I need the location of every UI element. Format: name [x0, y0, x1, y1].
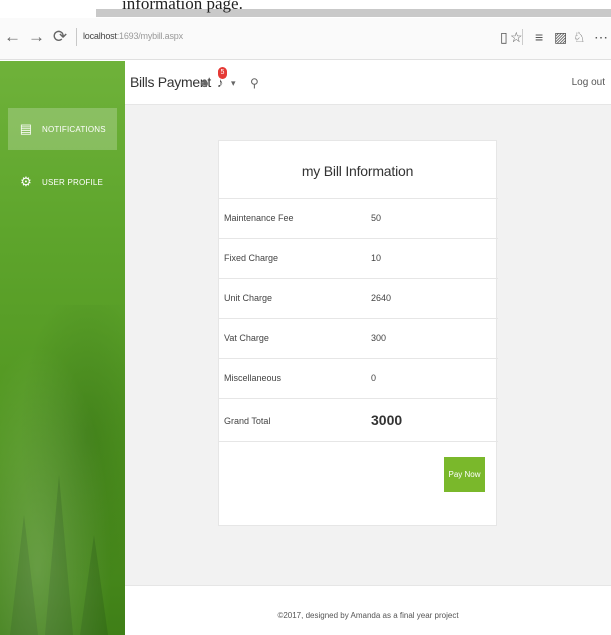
sidebar: ▤ NOTIFICATIONS ⚙ USER PROFILE: [0, 61, 125, 635]
sidebar-item-label: NOTIFICATIONS: [42, 124, 106, 134]
menu-icon[interactable]: ≡: [535, 28, 543, 46]
footer: ©2017, designed by Amanda as a final yea…: [125, 585, 611, 635]
note-icon[interactable]: ▨: [554, 28, 567, 46]
footer-text: ©2017, designed by Amanda as a final yea…: [277, 611, 459, 620]
users-icon[interactable]: ☻: [198, 76, 211, 90]
url-host: localhost: [83, 31, 117, 41]
sidebar-item-user-profile[interactable]: ⚙ USER PROFILE: [8, 161, 117, 203]
sidebar-item-label: USER PROFILE: [42, 177, 104, 187]
more-icon[interactable]: ⋯: [594, 28, 608, 46]
row-value: 300: [371, 333, 387, 343]
grand-total-row: Grand Total 3000: [219, 398, 498, 442]
row-value: 0: [371, 373, 377, 383]
row-value: 10: [371, 253, 382, 263]
back-button[interactable]: ←: [4, 27, 21, 47]
reader-icon[interactable]: ▯: [500, 28, 508, 46]
row-value: 2640: [371, 293, 392, 303]
row-label: Miscellaneous: [224, 373, 282, 383]
logout-link[interactable]: Log out: [572, 77, 605, 88]
browser-toolbar: ← → ⟳ localhost:1693/mybill.aspx ▯ ☆ ≡ ▨…: [0, 18, 611, 60]
clipboard-icon: ▤: [19, 121, 33, 136]
url-path: :1693/mybill.aspx: [116, 31, 183, 41]
sidebar-background-tree: [10, 515, 38, 635]
grand-total-label: Grand Total: [224, 416, 271, 426]
sidebar-background-tree: [80, 535, 108, 635]
notification-badge: 5: [218, 67, 227, 79]
gear-icon: ⚙: [20, 174, 32, 189]
grand-total-value: 3000: [371, 412, 403, 428]
table-row: Vat Charge 300: [219, 318, 498, 358]
url-divider: [76, 28, 77, 46]
caption-strip: information page.: [0, 0, 611, 18]
row-label: Unit Charge: [224, 293, 273, 303]
row-label: Vat Charge: [224, 333, 269, 343]
row-label: Fixed Charge: [224, 253, 279, 263]
sidebar-background-tree: [45, 475, 73, 635]
search-icon[interactable]: ⚲: [250, 76, 259, 90]
share-icon[interactable]: ♘: [573, 28, 586, 46]
pay-now-button[interactable]: Pay Now: [444, 457, 485, 492]
sidebar-item-notifications[interactable]: ▤ NOTIFICATIONS: [8, 108, 117, 150]
star-icon[interactable]: ☆: [510, 28, 523, 46]
table-row: Maintenance Fee 50: [219, 198, 498, 238]
table-row: Miscellaneous 0: [219, 358, 498, 398]
main-content: my Bill Information Maintenance Fee 50 F…: [125, 105, 611, 585]
forward-button[interactable]: →: [28, 27, 45, 47]
row-label: Maintenance Fee: [224, 213, 294, 223]
bill-table: Maintenance Fee 50 Fixed Charge 10 Unit …: [219, 198, 498, 442]
refresh-button[interactable]: ⟳: [52, 27, 68, 47]
table-row: Unit Charge 2640: [219, 278, 498, 318]
toolbar-divider: [522, 29, 523, 45]
bill-title: my Bill Information: [301, 163, 414, 179]
row-value: 50: [371, 213, 382, 223]
address-bar[interactable]: localhost:1693/mybill.aspx: [83, 31, 183, 41]
bill-card: my Bill Information Maintenance Fee 50 F…: [218, 140, 498, 526]
table-row: Fixed Charge 10: [219, 238, 498, 278]
app-header: Bills Payment ☻ ♪ 5 ▾ ⚲ Log out: [125, 61, 611, 105]
caption-text: information page.: [122, 0, 243, 13]
chevron-down-icon[interactable]: ▾: [231, 76, 236, 90]
